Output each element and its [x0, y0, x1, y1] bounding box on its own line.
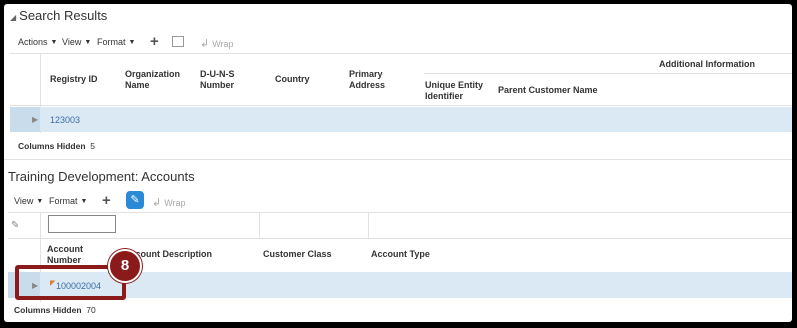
wrap-label: Wrap	[212, 38, 234, 49]
divider	[8, 238, 792, 239]
caret-down-icon: ▼	[128, 38, 136, 46]
wrap-button[interactable]: ↲ Wrap	[200, 37, 234, 50]
view-label: View	[62, 37, 82, 47]
divider	[368, 212, 369, 238]
columns-hidden-label: Columns Hidden	[14, 305, 82, 315]
search-results-title: Search Results	[19, 8, 108, 23]
registry-id-link[interactable]: 123003	[50, 115, 80, 125]
columns-hidden-count: 70	[86, 305, 96, 315]
divider	[10, 53, 792, 54]
account-number-filter-input[interactable]	[48, 215, 116, 233]
caret-down-icon: ▼	[36, 197, 44, 205]
actions-menu[interactable]: Actions ▼	[18, 37, 57, 47]
divider	[424, 73, 792, 74]
column-header-account-type[interactable]: Account Type	[371, 249, 430, 260]
column-header-organization-name[interactable]: Organization Name	[125, 69, 195, 91]
column-header-registry-id[interactable]: Registry ID	[50, 74, 120, 85]
divider	[8, 212, 792, 213]
wrap-icon: ↲	[152, 197, 162, 209]
caret-down-icon: ▼	[80, 197, 88, 205]
column-header-primary-address[interactable]: Primary Address	[349, 69, 404, 91]
view-label: View	[14, 196, 34, 206]
search-results-header[interactable]: ◢ Search Results	[10, 8, 107, 23]
table-row[interactable]: ▶ 123003	[10, 107, 792, 132]
edit-icon[interactable]: ✎	[126, 191, 144, 209]
columns-hidden-label: Columns Hidden	[18, 141, 86, 151]
format-menu[interactable]: Format ▼	[97, 37, 135, 47]
accounts-title: Training Development: Accounts	[8, 169, 195, 184]
divider	[10, 105, 792, 106]
format-label: Format	[49, 196, 78, 206]
section-divider	[4, 159, 792, 160]
columns-hidden-footer: Columns Hidden 70	[14, 305, 96, 315]
view-menu[interactable]: View ▼	[62, 37, 91, 47]
column-header-country[interactable]: Country	[275, 74, 335, 85]
column-header-parent-customer-name[interactable]: Parent Customer Name	[498, 85, 628, 96]
caret-down-icon: ▼	[50, 38, 58, 46]
accounts-format-menu[interactable]: Format ▼	[49, 196, 87, 206]
actions-label: Actions	[18, 37, 48, 47]
wrap-icon: ↲	[200, 38, 210, 50]
wrap-button[interactable]: ↲ Wrap	[152, 196, 186, 209]
column-header-unique-entity-identifier[interactable]: Unique Entity Identifier	[425, 80, 490, 102]
collapse-triangle-icon[interactable]: ◢	[10, 13, 16, 22]
column-header-account-number[interactable]: Account Number	[47, 244, 107, 266]
expand-arrow-icon[interactable]: ▶	[32, 115, 38, 124]
accounts-view-menu[interactable]: View ▼	[14, 196, 43, 206]
wrap-label: Wrap	[164, 197, 186, 208]
column-header-duns-number[interactable]: D-U-N-S Number	[200, 69, 250, 91]
query-by-example-icon[interactable]: ✎	[11, 220, 19, 231]
divider	[259, 212, 260, 238]
column-header-customer-class[interactable]: Customer Class	[263, 249, 332, 260]
columns-hidden-count: 5	[90, 141, 95, 151]
screenshot-frame: ◢ Search Results Actions ▼ View ▼ Format ▼ +…	[4, 4, 792, 322]
callout-step-badge: 8	[108, 249, 142, 283]
format-label: Format	[97, 37, 126, 47]
add-icon[interactable]: +	[150, 34, 159, 49]
group-header-additional-information: Additional Information	[659, 59, 755, 69]
add-icon[interactable]: +	[102, 193, 111, 208]
caret-down-icon: ▼	[84, 38, 92, 46]
columns-hidden-footer: Columns Hidden 5	[18, 141, 95, 151]
detach-icon[interactable]	[172, 36, 184, 47]
